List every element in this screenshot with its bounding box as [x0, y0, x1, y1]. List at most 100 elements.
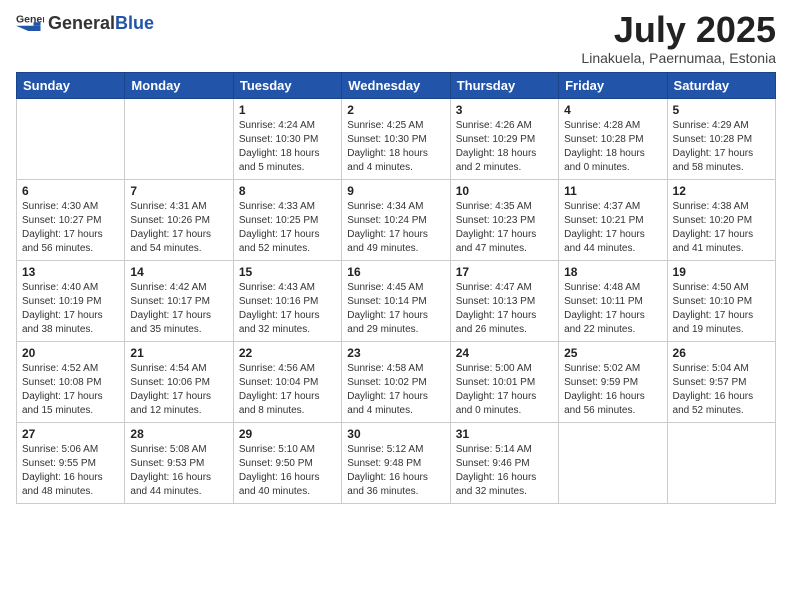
calendar-cell: 1 Sunrise: 4:24 AM Sunset: 10:30 PM Dayli…: [233, 98, 341, 179]
day-info: Sunrise: 4:50 AM Sunset: 10:10 PM Daylig…: [673, 281, 770, 337]
calendar-cell: [125, 98, 233, 179]
day-info: Sunrise: 4:30 AM Sunset: 10:27 PM Daylig…: [22, 200, 119, 256]
day-info: Sunrise: 4:58 AM Sunset: 10:02 PM Daylig…: [347, 362, 444, 418]
page: General GeneralBlue July 2025 Linakuela,…: [0, 0, 792, 612]
day-info: Sunrise: 5:14 AM Sunset: 9:46 PM Dayligh…: [456, 443, 553, 499]
day-number: 11: [564, 184, 661, 198]
calendar-cell: 19 Sunrise: 4:50 AM Sunset: 10:10 PM Dayl…: [667, 260, 775, 341]
calendar-cell: [559, 422, 667, 503]
day-number: 2: [347, 103, 444, 117]
day-number: 16: [347, 265, 444, 279]
day-header-saturday: Saturday: [667, 72, 775, 98]
day-info: Sunrise: 4:48 AM Sunset: 10:11 PM Daylig…: [564, 281, 661, 337]
day-number: 27: [22, 427, 119, 441]
calendar-cell: 12Sunrise: 4:38 AM Sunset: 10:20 PM Dayl…: [667, 179, 775, 260]
header: General GeneralBlue July 2025 Linakuela,…: [16, 10, 776, 66]
calendar-cell: 29 Sunrise: 5:10 AM Sunset: 9:50 PM Dayli…: [233, 422, 341, 503]
day-number: 1: [239, 103, 336, 117]
day-number: 14: [130, 265, 227, 279]
day-info: Sunrise: 5:06 AM Sunset: 9:55 PM Dayligh…: [22, 443, 119, 499]
calendar-cell: [17, 98, 125, 179]
calendar-cell: 28Sunrise: 5:08 AM Sunset: 9:53 PM Dayli…: [125, 422, 233, 503]
day-number: 6: [22, 184, 119, 198]
calendar-cell: 2 Sunrise: 4:25 AM Sunset: 10:30 PM Dayli…: [342, 98, 450, 179]
day-info: Sunrise: 4:40 AM Sunset: 10:19 PM Daylig…: [22, 281, 119, 337]
calendar-week-row: 20 Sunrise: 4:52 AM Sunset: 10:08 PM Dayl…: [17, 341, 776, 422]
day-info: Sunrise: 4:25 AM Sunset: 10:30 PM Daylig…: [347, 119, 444, 175]
day-info: Sunrise: 5:00 AM Sunset: 10:01 PM Daylig…: [456, 362, 553, 418]
day-info: Sunrise: 4:34 AM Sunset: 10:24 PM Daylig…: [347, 200, 444, 256]
day-number: 7: [130, 184, 227, 198]
day-number: 20: [22, 346, 119, 360]
calendar-cell: 4Sunrise: 4:28 AM Sunset: 10:28 PM Dayli…: [559, 98, 667, 179]
day-info: Sunrise: 5:04 AM Sunset: 9:57 PM Dayligh…: [673, 362, 770, 418]
day-info: Sunrise: 4:52 AM Sunset: 10:08 PM Daylig…: [22, 362, 119, 418]
day-number: 9: [347, 184, 444, 198]
day-header-monday: Monday: [125, 72, 233, 98]
day-number: 19: [673, 265, 770, 279]
day-info: Sunrise: 4:31 AM Sunset: 10:26 PM Daylig…: [130, 200, 227, 256]
day-header-wednesday: Wednesday: [342, 72, 450, 98]
calendar-cell: 21 Sunrise: 4:54 AM Sunset: 10:06 PM Dayl…: [125, 341, 233, 422]
day-number: 12: [673, 184, 770, 198]
location-title: Linakuela, Paernumaa, Estonia: [581, 50, 776, 66]
calendar-cell: 24 Sunrise: 5:00 AM Sunset: 10:01 PM Dayl…: [450, 341, 558, 422]
day-number: 8: [239, 184, 336, 198]
day-number: 17: [456, 265, 553, 279]
day-info: Sunrise: 4:43 AM Sunset: 10:16 PM Daylig…: [239, 281, 336, 337]
calendar-cell: 25 Sunrise: 5:02 AM Sunset: 9:59 PM Dayli…: [559, 341, 667, 422]
calendar-cell: 14 Sunrise: 4:42 AM Sunset: 10:17 PM Dayl…: [125, 260, 233, 341]
day-info: Sunrise: 4:47 AM Sunset: 10:13 PM Daylig…: [456, 281, 553, 337]
calendar-cell: 15 Sunrise: 4:43 AM Sunset: 10:16 PM Dayl…: [233, 260, 341, 341]
day-info: Sunrise: 5:12 AM Sunset: 9:48 PM Dayligh…: [347, 443, 444, 499]
day-info: Sunrise: 4:37 AM Sunset: 10:21 PM Daylig…: [564, 200, 661, 256]
calendar-cell: 30 Sunrise: 5:12 AM Sunset: 9:48 PM Dayli…: [342, 422, 450, 503]
day-number: 21: [130, 346, 227, 360]
day-number: 29: [239, 427, 336, 441]
calendar-cell: 16Sunrise: 4:45 AM Sunset: 10:14 PM Dayl…: [342, 260, 450, 341]
calendar-cell: 27 Sunrise: 5:06 AM Sunset: 9:55 PM Dayli…: [17, 422, 125, 503]
calendar-week-row: 13Sunrise: 4:40 AM Sunset: 10:19 PM Dayl…: [17, 260, 776, 341]
calendar-cell: 5 Sunrise: 4:29 AM Sunset: 10:28 PM Dayli…: [667, 98, 775, 179]
title-block: July 2025 Linakuela, Paernumaa, Estonia: [581, 10, 776, 66]
calendar-cell: 26Sunrise: 5:04 AM Sunset: 9:57 PM Dayli…: [667, 341, 775, 422]
calendar-cell: 31 Sunrise: 5:14 AM Sunset: 9:46 PM Dayli…: [450, 422, 558, 503]
day-info: Sunrise: 4:42 AM Sunset: 10:17 PM Daylig…: [130, 281, 227, 337]
calendar-week-row: 27 Sunrise: 5:06 AM Sunset: 9:55 PM Dayli…: [17, 422, 776, 503]
calendar-cell: 20 Sunrise: 4:52 AM Sunset: 10:08 PM Dayl…: [17, 341, 125, 422]
calendar-cell: 22 Sunrise: 4:56 AM Sunset: 10:04 PM Dayl…: [233, 341, 341, 422]
day-number: 22: [239, 346, 336, 360]
day-number: 25: [564, 346, 661, 360]
day-number: 31: [456, 427, 553, 441]
day-header-thursday: Thursday: [450, 72, 558, 98]
day-number: 10: [456, 184, 553, 198]
day-info: Sunrise: 4:29 AM Sunset: 10:28 PM Daylig…: [673, 119, 770, 175]
calendar-cell: 8 Sunrise: 4:33 AM Sunset: 10:25 PM Dayli…: [233, 179, 341, 260]
day-info: Sunrise: 4:26 AM Sunset: 10:29 PM Daylig…: [456, 119, 553, 175]
day-info: Sunrise: 4:35 AM Sunset: 10:23 PM Daylig…: [456, 200, 553, 256]
day-number: 30: [347, 427, 444, 441]
calendar-header-row: SundayMondayTuesdayWednesdayThursdayFrid…: [17, 72, 776, 98]
logo-blue: Blue: [115, 13, 154, 33]
calendar-cell: 7 Sunrise: 4:31 AM Sunset: 10:26 PM Dayli…: [125, 179, 233, 260]
day-info: Sunrise: 5:02 AM Sunset: 9:59 PM Dayligh…: [564, 362, 661, 418]
calendar-cell: [667, 422, 775, 503]
logo: General GeneralBlue: [16, 10, 154, 38]
day-info: Sunrise: 4:56 AM Sunset: 10:04 PM Daylig…: [239, 362, 336, 418]
day-number: 15: [239, 265, 336, 279]
calendar: SundayMondayTuesdayWednesdayThursdayFrid…: [16, 72, 776, 504]
day-header-friday: Friday: [559, 72, 667, 98]
day-info: Sunrise: 5:10 AM Sunset: 9:50 PM Dayligh…: [239, 443, 336, 499]
day-number: 4: [564, 103, 661, 117]
calendar-cell: 11 Sunrise: 4:37 AM Sunset: 10:21 PM Dayl…: [559, 179, 667, 260]
day-header-tuesday: Tuesday: [233, 72, 341, 98]
day-number: 5: [673, 103, 770, 117]
calendar-cell: 17 Sunrise: 4:47 AM Sunset: 10:13 PM Dayl…: [450, 260, 558, 341]
day-header-sunday: Sunday: [17, 72, 125, 98]
day-info: Sunrise: 4:54 AM Sunset: 10:06 PM Daylig…: [130, 362, 227, 418]
calendar-week-row: 6 Sunrise: 4:30 AM Sunset: 10:27 PM Dayli…: [17, 179, 776, 260]
day-info: Sunrise: 4:24 AM Sunset: 10:30 PM Daylig…: [239, 119, 336, 175]
day-info: Sunrise: 4:33 AM Sunset: 10:25 PM Daylig…: [239, 200, 336, 256]
day-number: 24: [456, 346, 553, 360]
calendar-cell: 13Sunrise: 4:40 AM Sunset: 10:19 PM Dayl…: [17, 260, 125, 341]
